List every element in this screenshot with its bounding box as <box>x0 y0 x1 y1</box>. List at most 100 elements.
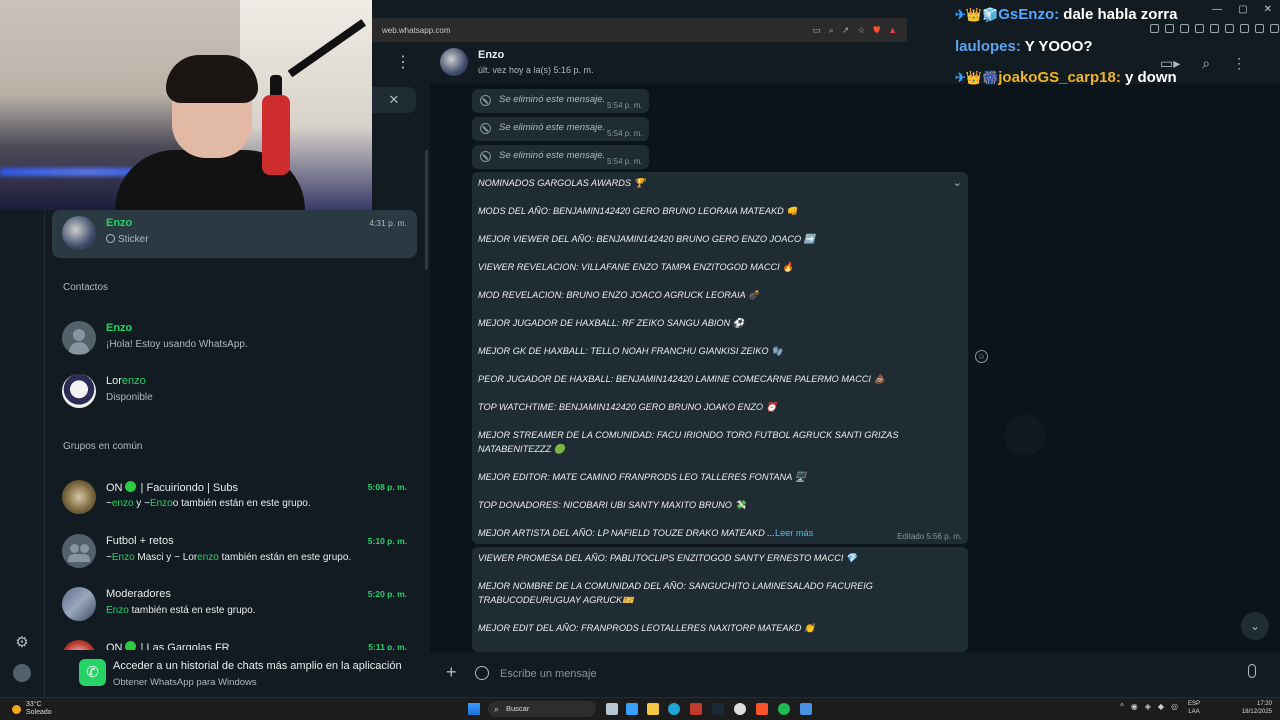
contact-item-lorenzo[interactable]: Lorenzo Disponible <box>52 368 417 416</box>
browser-address-bar[interactable]: web.whatsapp.com ▭ ⌕ ↗ ☆ ⛊ ▲ <box>372 18 907 42</box>
deleted-text: Se eliminó este mensaje. <box>499 94 606 105</box>
deleted-text: Se eliminó este mensaje. <box>499 150 606 161</box>
url-text[interactable]: web.whatsapp.com <box>382 26 812 35</box>
bookmark-icon[interactable]: ☆ <box>857 25 865 36</box>
person-icon <box>62 321 96 355</box>
settings-gear-icon[interactable]: ⚙ <box>13 634 31 652</box>
user-badges: ✈👑🧊 <box>955 7 999 22</box>
close-search-icon[interactable]: ✕ <box>372 87 416 113</box>
obs-icon[interactable] <box>734 703 746 715</box>
avatar <box>62 480 96 514</box>
tray-app-icon[interactable]: ◈ <box>1145 702 1151 711</box>
deleted-message[interactable]: Se eliminó este mensaje. 5:54 p. m. <box>472 117 649 141</box>
chat-list-scrollbar[interactable] <box>425 150 428 270</box>
message-input[interactable] <box>500 660 1235 688</box>
scroll-down-button[interactable]: ⌄ <box>1241 612 1269 640</box>
chevron-up-icon[interactable]: ^ <box>1120 702 1124 711</box>
contact-item-enzo[interactable]: Enzo ¡Hola! Estoy usando WhatsApp. <box>52 315 417 363</box>
microphone-icon[interactable] <box>1248 664 1256 678</box>
extension-icon[interactable] <box>1225 24 1234 33</box>
green-circle-icon <box>124 641 136 650</box>
maximize-icon[interactable]: ▢ <box>1238 4 1247 15</box>
tray-app-icon[interactable]: ◆ <box>1158 702 1164 711</box>
task-view-icon[interactable] <box>606 703 618 715</box>
read-more-link[interactable]: Leer más <box>775 528 813 538</box>
extension-icon[interactable] <box>1180 24 1189 33</box>
members-highlight: Enzo <box>149 498 173 509</box>
tray-app-icon[interactable]: ◉ <box>1131 702 1138 711</box>
window-controls: — ▢ ✕ <box>1212 4 1272 15</box>
contact-name: Enzo <box>106 322 133 334</box>
attach-plus-icon[interactable]: + <box>446 662 457 683</box>
system-tray: ^ ◉ ◈ ◆ ◎ <box>1120 702 1178 711</box>
banner-subtitle[interactable]: Obtener WhatsApp para Windows <box>113 677 257 688</box>
user-badges: ✈👑🎆 <box>955 70 999 85</box>
spotify-icon[interactable] <box>778 703 790 715</box>
message-line-last: MEJOR ARTISTA DEL AÑO: LP NAFIELD TOUZE … <box>478 526 958 540</box>
extension-icon[interactable] <box>1210 24 1219 33</box>
search-icon[interactable]: ⌕ <box>1202 55 1210 72</box>
extension-icon[interactable] <box>1195 24 1204 33</box>
windows-taskbar: 33°CSoleado Buscar ^ ◉ ◈ ◆ ◎ ESP LAA 17:2… <box>0 697 1280 720</box>
clock[interactable]: 17:20 18/12/2025 <box>1238 700 1272 716</box>
react-emoji-icon[interactable]: ☺ <box>975 350 988 363</box>
deleted-message[interactable]: Se eliminó este mensaje. 5:54 p. m. <box>472 145 649 169</box>
taskbar-search[interactable]: Buscar <box>488 701 596 717</box>
minimize-icon[interactable]: — <box>1212 4 1222 15</box>
weather-desc: Soleado <box>25 709 52 716</box>
weather-widget[interactable]: 33°C Soleado <box>12 701 52 717</box>
avatar <box>62 374 96 408</box>
tray-app-icon[interactable]: ◎ <box>1171 702 1178 711</box>
zoom-icon[interactable]: ⌕ <box>829 25 834 36</box>
emoji-icon[interactable] <box>475 666 489 680</box>
extension-icon[interactable] <box>1150 24 1159 33</box>
close-icon[interactable]: ✕ <box>1264 4 1272 15</box>
message-bubble[interactable]: ⌄ NOMINADOS GARGOLAS AWARDS 🏆 MODS DEL A… <box>472 172 968 544</box>
group-name-part: ON <box>106 642 123 650</box>
calendar-app-icon[interactable] <box>690 703 702 715</box>
menu-dots-icon[interactable]: ⋮ <box>395 55 411 71</box>
extension-icon[interactable] <box>1240 24 1249 33</box>
deleted-message[interactable]: Se eliminó este mensaje. 5:54 p. m. <box>472 89 649 113</box>
members-highlight: enzo <box>197 552 219 563</box>
members-highlight: Enzo <box>106 605 129 616</box>
contact-status: Disponible <box>106 392 153 403</box>
menu-dots-icon[interactable]: ⋮ <box>1232 55 1246 72</box>
chat-item-enzo[interactable]: Enzo Sticker 4:31 p. m. <box>52 210 417 258</box>
contact-name[interactable]: Enzo <box>478 49 504 61</box>
message-line: MEJOR EDIT DEL AÑO: FRANPRODS LEOTALLERE… <box>478 623 816 633</box>
download-app-banner[interactable]: ✆ Acceder a un historial de chats más am… <box>45 650 430 697</box>
brave-shield-icon[interactable]: ⛊ <box>873 25 880 36</box>
stream-chat-line: ✈👑🧊GsEnzo: dale habla zorra <box>955 6 1177 23</box>
lang-code: ESP <box>1188 701 1201 707</box>
share-icon[interactable]: ↗ <box>842 25 850 36</box>
extension-icon[interactable] <box>1165 24 1174 33</box>
message-line: MEJOR VIEWER DEL AÑO: BENJAMIN142420 BRU… <box>478 234 816 244</box>
steam-icon[interactable] <box>712 703 724 715</box>
banner-title: Acceder a un historial de chats más ampl… <box>113 660 402 672</box>
edge-icon[interactable] <box>668 703 680 715</box>
file-explorer-icon[interactable] <box>647 703 659 715</box>
browser-extensions <box>1150 24 1279 33</box>
widgets-icon[interactable] <box>626 703 638 715</box>
app-icon[interactable] <box>800 703 812 715</box>
group-item-moderadores[interactable]: Moderadores Enzo también está en este gr… <box>52 581 417 629</box>
profile-avatar[interactable] <box>13 664 31 682</box>
language-indicator[interactable]: ESP LAA <box>1188 700 1200 716</box>
stream-chat-line: ✈👑🎆joakoGS_carp18: y down <box>955 69 1177 86</box>
chat-preview-text: Sticker <box>118 234 149 245</box>
group-item-gargolas[interactable]: ON | Las Gargolas FR 5:11 p. m. <box>52 634 417 650</box>
brave-icon[interactable] <box>756 703 768 715</box>
group-name-part: | Facuiriondo | Subs <box>137 482 238 494</box>
brave-rewards-icon[interactable]: ▲ <box>888 25 897 36</box>
extension-icon[interactable] <box>1270 24 1279 33</box>
windows-start-icon[interactable] <box>468 703 480 715</box>
group-item-futbol[interactable]: Futbol + retos ~Enzo Masci y ~ Lorenzo t… <box>52 528 417 576</box>
message-bubble[interactable]: VIEWER PROMESA DEL AÑO: PABLITOCLIPS ENZ… <box>472 547 968 652</box>
extension-icon[interactable] <box>1255 24 1264 33</box>
cast-icon[interactable]: ▭ <box>812 25 821 36</box>
chat-message: Y YOOO? <box>1020 38 1093 55</box>
message-line: MOD REVELACION: BRUNO ENZO JOACO AGRUCK … <box>478 290 760 300</box>
group-item-facuiriondo[interactable]: ON | Facuiriondo | Subs ~enzo y ~Enzoo t… <box>52 474 417 522</box>
contact-avatar[interactable] <box>440 48 468 76</box>
